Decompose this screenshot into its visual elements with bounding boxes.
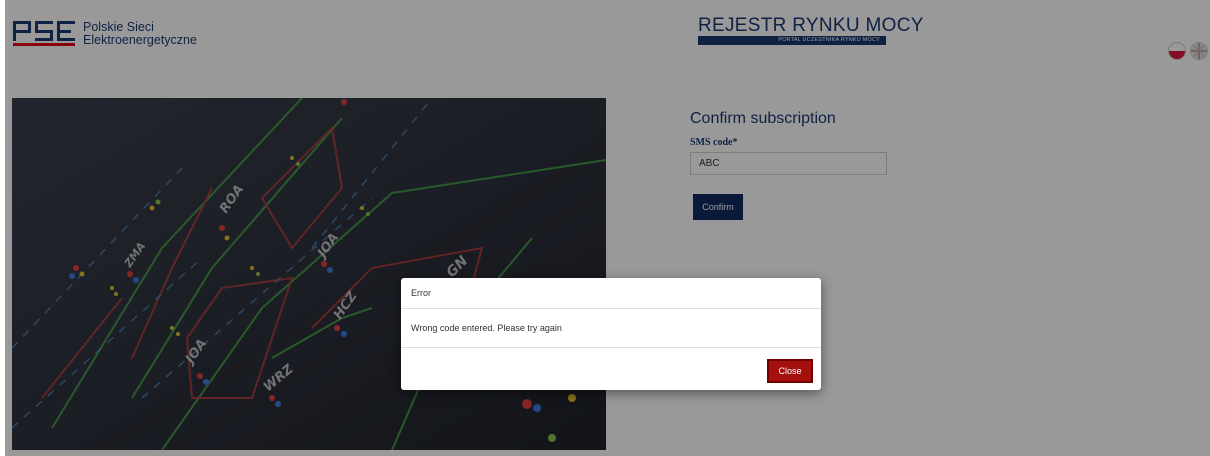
dialog-body: Wrong code entered. Please try again	[401, 309, 821, 348]
dialog-footer: Close	[401, 348, 821, 390]
browser-frame: Polskie Sieci Elektroenergetyczne REJEST…	[5, 0, 1210, 456]
dialog-message: Wrong code entered. Please try again	[411, 323, 562, 333]
close-button[interactable]: Close	[767, 359, 813, 383]
page: Polskie Sieci Elektroenergetyczne REJEST…	[5, 0, 1210, 456]
error-dialog: Error Wrong code entered. Please try aga…	[401, 278, 821, 390]
dialog-header: Error	[401, 278, 821, 309]
dialog-title: Error	[411, 288, 431, 298]
